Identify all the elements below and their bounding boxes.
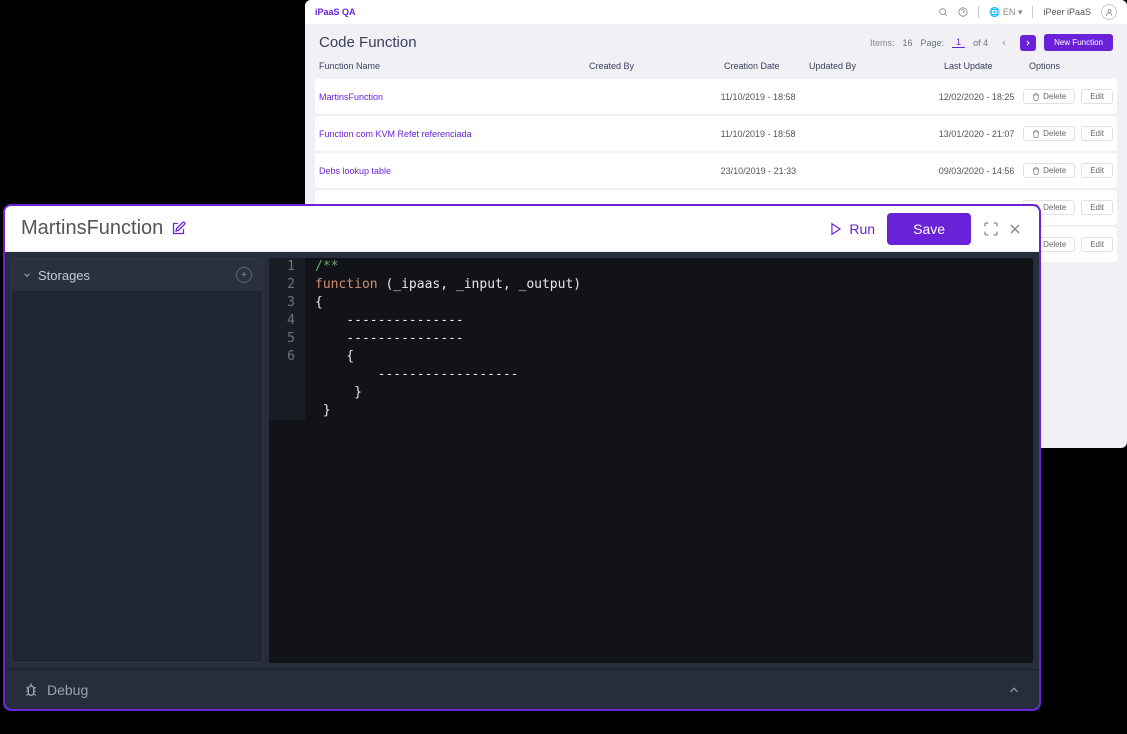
col-updated-by: Updated By	[809, 61, 944, 71]
code-editor[interactable]: 1/**2function (_ipaas, _input, _output)3…	[269, 258, 1033, 663]
brand-label: iPaaS QA	[315, 7, 356, 17]
list-header: Code Function Items: 16 Page: 1 of 4 New…	[305, 24, 1127, 55]
items-label: Items:	[870, 38, 895, 48]
delete-button[interactable]: Delete	[1023, 163, 1075, 178]
code-line: 2function (_ipaas, _input, _output)	[269, 276, 1033, 294]
table-row: Debs lookup table 23/10/2019 - 21:33 09/…	[315, 153, 1117, 188]
items-count: 16	[903, 38, 913, 48]
row-last-update: 12/02/2020 - 18:25	[939, 92, 1023, 102]
page-total: of 4	[973, 38, 988, 48]
col-name: Function Name	[319, 61, 589, 71]
edit-title-icon[interactable]	[171, 221, 186, 236]
lang-selector[interactable]: 🌐 EN ▾	[989, 7, 1022, 18]
storages-label: Storages	[38, 268, 90, 283]
col-options: Options	[1029, 61, 1113, 71]
row-creation-date: 23/10/2019 - 21:33	[721, 166, 805, 176]
debug-label: Debug	[47, 682, 88, 698]
code-line: 6 {	[269, 348, 1033, 366]
edit-button[interactable]: Edit	[1081, 237, 1113, 252]
app-topbar: iPaaS QA 🌐 EN ▾ iPeer iPaaS	[305, 0, 1127, 24]
storages-section[interactable]: Storages +	[12, 259, 262, 291]
search-icon[interactable]	[938, 7, 948, 17]
column-headers: Function Name Created By Creation Date U…	[305, 55, 1127, 77]
run-button[interactable]: Run	[829, 221, 875, 237]
row-name[interactable]: Debs lookup table	[319, 166, 587, 176]
row-name[interactable]: MartinsFunction	[319, 92, 587, 102]
delete-button[interactable]: Delete	[1023, 126, 1075, 141]
editor-toolbar: MartinsFunction Run Save	[5, 206, 1039, 252]
edit-button[interactable]: Edit	[1081, 126, 1113, 141]
code-editor-panel: MartinsFunction Run Save	[3, 204, 1041, 711]
bug-icon	[23, 682, 39, 698]
debug-bar[interactable]: Debug	[5, 669, 1039, 709]
code-line: ------------------	[269, 366, 1033, 384]
delete-button[interactable]: Delete	[1023, 89, 1075, 104]
page-input[interactable]: 1	[952, 37, 965, 48]
row-last-update: 13/01/2020 - 21:07	[939, 129, 1023, 139]
page-prev-button[interactable]	[996, 35, 1012, 51]
table-row: Function com KVM Refet referenciada 11/1…	[315, 116, 1117, 151]
expand-debug-icon[interactable]	[1007, 683, 1021, 697]
add-storage-icon[interactable]: +	[236, 267, 252, 283]
col-last-update: Last Update	[944, 61, 1029, 71]
page-next-button[interactable]	[1020, 35, 1036, 51]
code-line: 1/**	[269, 258, 1033, 276]
row-creation-date: 11/10/2019 - 18:58	[721, 129, 805, 139]
page-title: Code Function	[319, 34, 417, 51]
code-line: 4 ---------------	[269, 312, 1033, 330]
table-row: MartinsFunction 11/10/2019 - 18:58 12/02…	[315, 79, 1117, 114]
row-last-update: 09/03/2020 - 14:56	[939, 166, 1023, 176]
page-label: Page:	[921, 38, 945, 48]
row-name[interactable]: Function com KVM Refet referenciada	[319, 129, 587, 139]
help-icon[interactable]	[958, 7, 968, 17]
code-line: }	[269, 402, 1033, 420]
code-line: }	[269, 384, 1033, 402]
user-label: iPeer iPaaS	[1043, 7, 1091, 17]
col-created-by: Created By	[589, 61, 724, 71]
chevron-down-icon	[22, 270, 32, 280]
col-creation-date: Creation Date	[724, 61, 809, 71]
user-avatar[interactable]	[1101, 4, 1117, 20]
editor-title: MartinsFunction	[21, 217, 163, 240]
editor-sidebar: Storages +	[11, 258, 263, 663]
new-function-button[interactable]: New Function	[1044, 34, 1113, 51]
edit-button[interactable]: Edit	[1081, 200, 1113, 215]
code-line: 3{	[269, 294, 1033, 312]
fullscreen-icon[interactable]	[983, 221, 999, 237]
edit-button[interactable]: Edit	[1081, 89, 1113, 104]
code-line: 5 ---------------	[269, 330, 1033, 348]
edit-button[interactable]: Edit	[1081, 163, 1113, 178]
save-button[interactable]: Save	[887, 213, 971, 245]
close-icon[interactable]	[1007, 221, 1023, 237]
row-creation-date: 11/10/2019 - 18:58	[721, 92, 805, 102]
